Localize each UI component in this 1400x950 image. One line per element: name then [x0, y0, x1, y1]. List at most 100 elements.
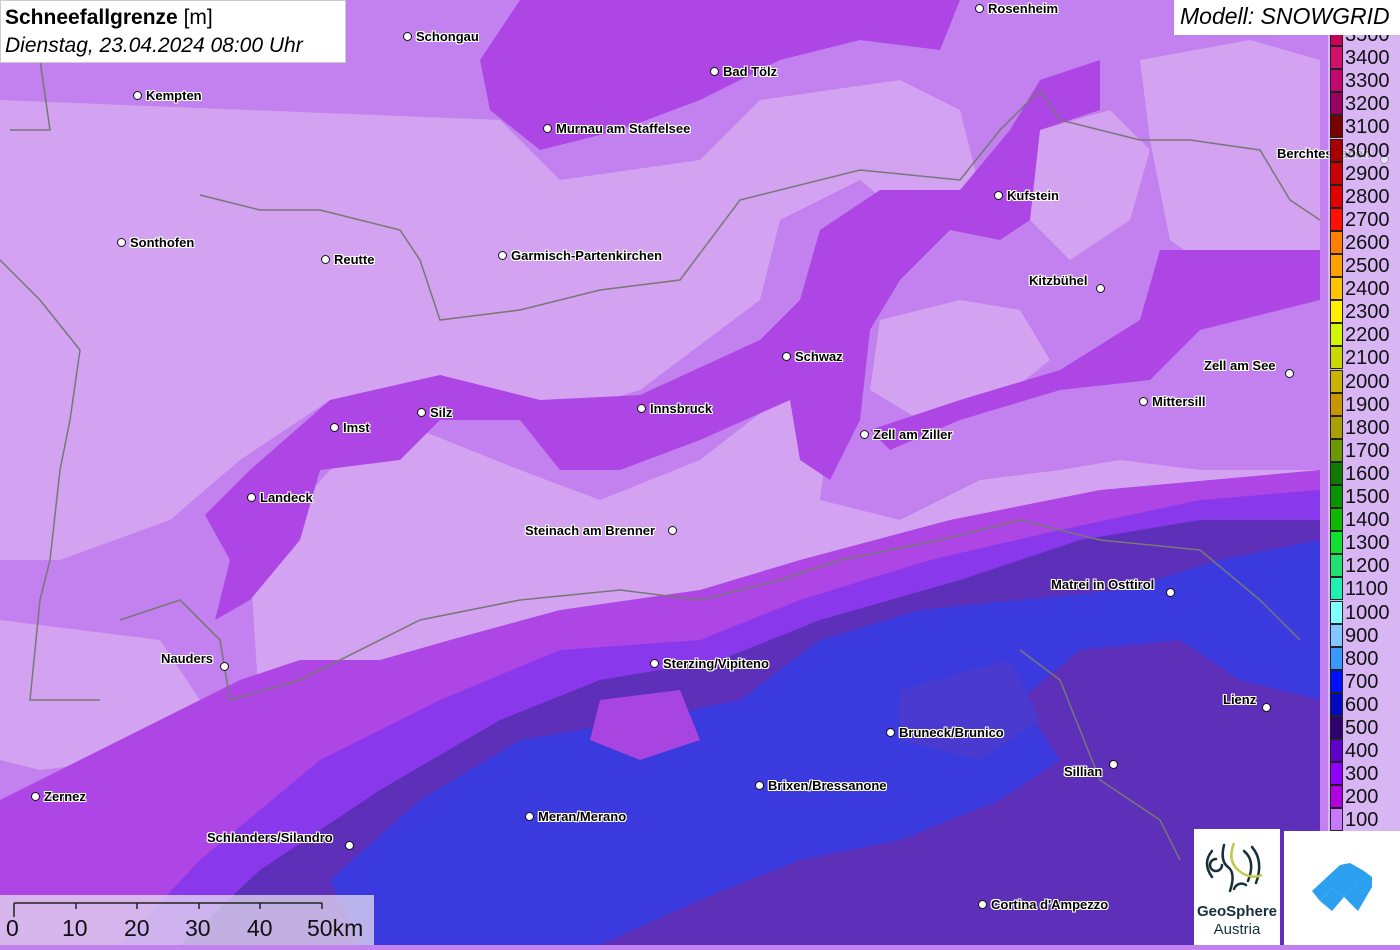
city-marker-icon — [403, 32, 412, 41]
legend-swatch — [1330, 692, 1343, 716]
legend-entry: 500 — [1328, 716, 1400, 739]
legend-swatch — [1330, 762, 1343, 786]
legend-swatch — [1330, 323, 1343, 347]
city-label: Imst — [343, 420, 370, 435]
city-label: Innsbruck — [650, 401, 713, 416]
city-marker-icon — [247, 493, 256, 502]
legend-label: 1500 — [1345, 486, 1390, 508]
city-marker-icon — [1139, 397, 1148, 406]
legend-label: 3100 — [1345, 116, 1390, 139]
legend-swatch — [1330, 346, 1343, 370]
legend-entry: 100 — [1328, 808, 1400, 832]
city-marker-icon — [1096, 284, 1105, 293]
city-marker-icon — [498, 251, 507, 260]
city-label: Bruneck/Brunico — [899, 725, 1004, 740]
legend-label: 1900 — [1345, 393, 1390, 416]
city-marker-icon — [650, 659, 659, 668]
legend-label: 600 — [1345, 693, 1379, 716]
city-marker-icon — [117, 238, 126, 247]
legend-label: 2300 — [1345, 301, 1390, 324]
map-parameter: Schneefallgrenze — [5, 6, 178, 29]
city-label: Garmisch-Partenkirchen — [511, 248, 663, 263]
city-marker-icon — [330, 423, 339, 432]
legend-label: 2000 — [1345, 370, 1390, 393]
legend-entry: 3000 — [1328, 138, 1400, 162]
legend-label: 2700 — [1345, 208, 1390, 231]
legend-swatch — [1330, 461, 1343, 485]
legend-entry: 2300 — [1328, 300, 1400, 324]
snowgrid-logo[interactable] — [1284, 831, 1400, 945]
legend-entry: 400 — [1328, 739, 1400, 763]
legend-entry: 2700 — [1328, 207, 1400, 231]
city-label: Brixen/Bressanone — [768, 778, 887, 793]
scale-label: 0 — [6, 915, 19, 941]
city-marker-icon — [345, 841, 354, 850]
legend-label: 1000 — [1345, 601, 1390, 624]
legend-label: 3400 — [1345, 47, 1390, 70]
legend-label: 2200 — [1345, 324, 1390, 347]
city-marker-icon — [975, 4, 984, 13]
model-label: Modell: SNOWGRID — [1174, 0, 1400, 35]
legend-swatch — [1330, 554, 1343, 578]
city-label: Sonthofen — [130, 235, 195, 250]
scale-label: 40 — [247, 915, 273, 941]
legend-swatch — [1330, 254, 1343, 277]
city-label: Lienz — [1223, 692, 1257, 707]
city-label: Rosenheim — [988, 1, 1059, 16]
legend-entry: 1400 — [1328, 508, 1400, 532]
legend-swatch — [1330, 623, 1343, 647]
snowfall-line-map[interactable] — [0, 0, 1400, 945]
legend-swatch — [1330, 716, 1343, 739]
city-label: Cortina d'Ampezzo — [991, 897, 1109, 912]
legend-entry: 3300 — [1328, 69, 1400, 93]
city-label: Matrei in Osttirol — [1051, 577, 1155, 592]
legend-entry: 2000 — [1328, 369, 1400, 393]
legend-swatch — [1330, 415, 1343, 439]
legend-label: 2500 — [1345, 255, 1390, 277]
city-label: Steinach am Brenner — [525, 523, 656, 538]
city-label: Schlanders/Silandro — [207, 830, 333, 845]
scale-label: 30 — [185, 915, 211, 941]
geosphere-austria-logo[interactable]: GeoSphere Austria — [1194, 829, 1280, 945]
legend-entry: 2100 — [1328, 346, 1400, 370]
city-marker-icon — [417, 408, 426, 417]
city-marker-icon — [220, 662, 229, 671]
legend-swatch — [1330, 600, 1343, 624]
city-label: Kitzbühel — [1029, 273, 1088, 288]
city-marker-icon — [133, 91, 142, 100]
legend-entry: 700 — [1328, 669, 1400, 693]
city-label: Nauders — [161, 651, 214, 666]
city-label: Sillian — [1064, 764, 1103, 779]
city-marker-icon — [637, 404, 646, 413]
city-marker-icon — [1109, 760, 1118, 769]
legend-entry: 2800 — [1328, 184, 1400, 208]
legend-swatch — [1330, 531, 1343, 555]
geosphere-logo-line1: GeoSphere — [1196, 903, 1278, 920]
legend-swatch — [1330, 92, 1343, 116]
legend-label: 900 — [1345, 624, 1379, 647]
legend-entry: 800 — [1328, 646, 1400, 670]
legend-entry: 900 — [1328, 623, 1400, 647]
legend-label: 3500 — [1345, 35, 1390, 46]
scale-label: 10 — [62, 915, 88, 941]
color-legend: 3500 3400 3300 3200 3100 3000 2900 2800 2700 2600… — [1328, 35, 1400, 832]
legend-swatch — [1330, 69, 1343, 93]
legend-entry: 1000 — [1328, 600, 1400, 624]
legend-label: 3300 — [1345, 70, 1390, 93]
legend-label: 400 — [1345, 740, 1379, 763]
legend-label: 2400 — [1345, 278, 1390, 301]
city-marker-icon — [668, 526, 677, 535]
legend-entry: 2900 — [1328, 161, 1400, 185]
city-label: Schongau — [416, 29, 479, 44]
scale-bar: 0 10 20 30 40 50km — [0, 895, 374, 945]
legend-swatch — [1330, 184, 1343, 208]
city-label: Silz — [430, 405, 453, 420]
legend-label: 800 — [1345, 647, 1379, 670]
legend-swatch — [1330, 646, 1343, 670]
city-label: Kufstein — [1007, 188, 1059, 203]
legend-swatch — [1330, 438, 1343, 462]
city-label: Landeck — [260, 490, 313, 505]
map-datetime: Dienstag, 23.04.2024 08:00 Uhr — [5, 34, 303, 57]
legend-label: 2900 — [1345, 162, 1390, 185]
legend-entry: 1300 — [1328, 531, 1400, 555]
